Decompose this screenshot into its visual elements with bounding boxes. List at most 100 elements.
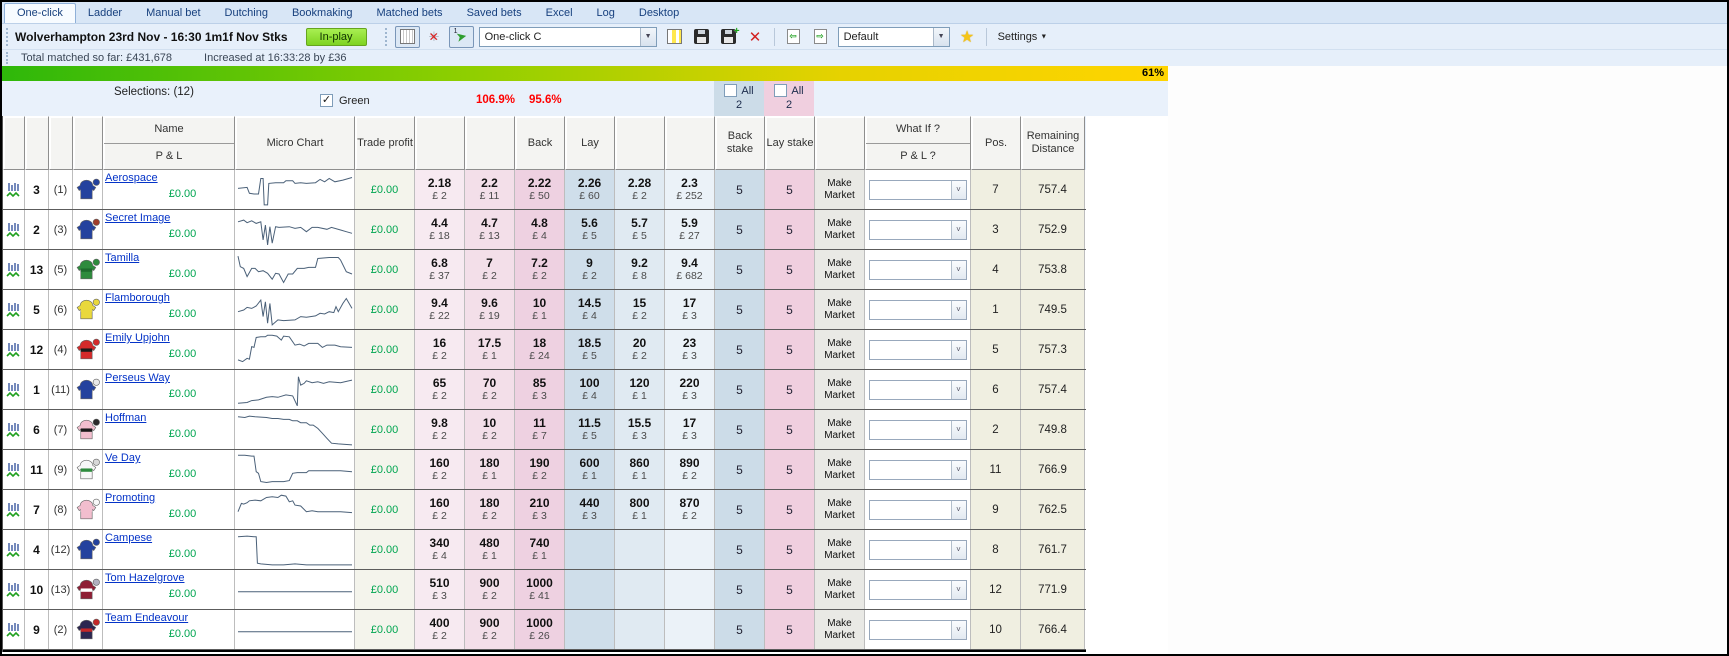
page-next-button[interactable]: ⇨ xyxy=(808,26,833,48)
lay-price-3[interactable] xyxy=(665,610,715,649)
lay-price-best[interactable]: 440 £ 3 xyxy=(565,490,615,529)
lay-stake-cell[interactable]: 5 xyxy=(765,450,815,489)
lay-price-best[interactable]: 18.5 £ 5 xyxy=(565,330,615,369)
layout-profile-select[interactable]: Default ▼ xyxy=(837,26,950,47)
back-price-3[interactable]: 9.4 £ 22 xyxy=(415,290,465,329)
lay-price-3[interactable]: 23 £ 3 xyxy=(665,330,715,369)
make-market-button[interactable]: Make Market xyxy=(815,530,865,569)
back-price-2[interactable]: 180 £ 2 xyxy=(465,490,515,529)
runner-name-link[interactable]: Tamilla xyxy=(105,252,139,264)
back-price-best[interactable]: 1000 £ 26 xyxy=(515,610,565,649)
header-pos[interactable]: Pos. xyxy=(971,116,1021,170)
lay-stake-cell[interactable]: 5 xyxy=(765,370,815,409)
back-stake-cell[interactable]: 5 xyxy=(715,570,765,609)
back-price-3[interactable]: 6.8 £ 37 xyxy=(415,250,465,289)
runner-name-link[interactable]: Flamborough xyxy=(105,292,170,304)
back-price-2[interactable]: 9.6 £ 19 xyxy=(465,290,515,329)
chevron-down-icon[interactable]: ˅ xyxy=(950,220,966,239)
back-stake-cell[interactable]: 5 xyxy=(715,490,765,529)
runner-name-link[interactable]: Secret Image xyxy=(105,212,170,224)
make-market-button[interactable]: Make Market xyxy=(815,370,865,409)
back-price-best[interactable]: 2.22 £ 50 xyxy=(515,170,565,209)
back-price-3[interactable]: 160 £ 2 xyxy=(415,450,465,489)
lay-price-3[interactable]: 890 £ 2 xyxy=(665,450,715,489)
lay-price-2[interactable]: 860 £ 1 xyxy=(615,450,665,489)
lay-price-3[interactable]: 9.4 £ 682 xyxy=(665,250,715,289)
back-price-2[interactable]: 4.7 £ 13 xyxy=(465,210,515,249)
open-chart-button[interactable] xyxy=(3,490,25,529)
lay-price-3[interactable]: 17 £ 3 xyxy=(665,410,715,449)
back-price-3[interactable]: 9.8 £ 2 xyxy=(415,410,465,449)
all-lay-checkbox[interactable] xyxy=(774,84,788,97)
back-stake-cell[interactable]: 5 xyxy=(715,410,765,449)
back-price-2[interactable]: 10 £ 2 xyxy=(465,410,515,449)
lay-price-3[interactable]: 5.9 £ 27 xyxy=(665,210,715,249)
favourite-button[interactable]: ★ xyxy=(955,26,980,48)
back-price-best[interactable]: 18 £ 24 xyxy=(515,330,565,369)
page-previous-button[interactable]: ⇦ xyxy=(781,26,806,48)
back-stake-cell[interactable]: 5 xyxy=(715,450,765,489)
lay-price-3[interactable]: 2.3 £ 252 xyxy=(665,170,715,209)
make-market-button[interactable]: Make Market xyxy=(815,330,865,369)
open-chart-button[interactable] xyxy=(3,210,25,249)
make-market-button[interactable]: Make Market xyxy=(815,450,865,489)
make-market-button[interactable]: Make Market xyxy=(815,290,865,329)
tab-desktop[interactable]: Desktop xyxy=(627,4,691,23)
lay-stake-cell[interactable]: 5 xyxy=(765,410,815,449)
lay-price-best[interactable]: 100 £ 4 xyxy=(565,370,615,409)
what-if-select[interactable]: ˅ xyxy=(868,179,967,200)
lay-stake-cell[interactable]: 5 xyxy=(765,330,815,369)
open-chart-button[interactable] xyxy=(3,570,25,609)
lay-price-best[interactable]: 2.26 £ 60 xyxy=(565,170,615,209)
back-price-3[interactable]: 160 £ 2 xyxy=(415,490,465,529)
tab-bookmaking[interactable]: Bookmaking xyxy=(280,4,365,23)
tab-excel[interactable]: Excel xyxy=(534,4,585,23)
what-if-select[interactable]: ˅ xyxy=(868,339,967,360)
header-back[interactable]: Back xyxy=(515,116,565,170)
open-chart-button[interactable] xyxy=(3,530,25,569)
back-price-2[interactable]: 480 £ 1 xyxy=(465,530,515,569)
chevron-down-icon[interactable]: ˅ xyxy=(950,460,966,479)
chevron-down-icon[interactable]: ˅ xyxy=(950,260,966,279)
back-price-2[interactable]: 17.5 £ 1 xyxy=(465,330,515,369)
back-stake-cell[interactable]: 5 xyxy=(715,530,765,569)
open-chart-button[interactable] xyxy=(3,410,25,449)
lay-price-2[interactable]: 5.7 £ 5 xyxy=(615,210,665,249)
back-price-2[interactable]: 70 £ 2 xyxy=(465,370,515,409)
header-micro-chart[interactable]: Micro Chart xyxy=(235,116,355,170)
disabled-crosshair-button[interactable]: ✳ ✕ xyxy=(422,26,447,48)
toolbar-drag-handle[interactable] xyxy=(384,27,389,46)
one-click-mode-button[interactable]: 1 ➤ xyxy=(448,25,474,48)
tab-log[interactable]: Log xyxy=(585,4,627,23)
back-price-best[interactable]: 190 £ 2 xyxy=(515,450,565,489)
chevron-down-icon[interactable]: ▼ xyxy=(639,27,656,46)
chevron-down-icon[interactable]: ˅ xyxy=(950,620,966,639)
lay-price-2[interactable]: 2.28 £ 2 xyxy=(615,170,665,209)
chevron-down-icon[interactable]: ˅ xyxy=(950,380,966,399)
lay-price-best[interactable] xyxy=(565,570,615,609)
settings-menu[interactable]: Settings ▼ xyxy=(998,31,1048,43)
what-if-select[interactable]: ˅ xyxy=(868,619,967,640)
green-checkbox[interactable]: ✓ xyxy=(320,94,333,107)
back-price-best[interactable]: 740 £ 1 xyxy=(515,530,565,569)
lay-price-3[interactable]: 220 £ 3 xyxy=(665,370,715,409)
runner-name-link[interactable]: Team Endeavour xyxy=(105,612,188,624)
what-if-select[interactable]: ˅ xyxy=(868,539,967,560)
lay-price-3[interactable]: 17 £ 3 xyxy=(665,290,715,329)
chevron-down-icon[interactable]: ˅ xyxy=(950,300,966,319)
lay-price-2[interactable] xyxy=(615,570,665,609)
back-price-3[interactable]: 65 £ 2 xyxy=(415,370,465,409)
lay-price-3[interactable] xyxy=(665,570,715,609)
back-stake-cell[interactable]: 5 xyxy=(715,210,765,249)
lay-price-2[interactable]: 15 £ 2 xyxy=(615,290,665,329)
what-if-select[interactable]: ˅ xyxy=(868,459,967,480)
chevron-down-icon[interactable]: ˅ xyxy=(950,340,966,359)
make-market-button[interactable]: Make Market xyxy=(815,490,865,529)
make-market-button[interactable]: Make Market xyxy=(815,570,865,609)
chevron-down-icon[interactable]: ˅ xyxy=(950,500,966,519)
back-price-best[interactable]: 10 £ 1 xyxy=(515,290,565,329)
back-price-3[interactable]: 4.4 £ 18 xyxy=(415,210,465,249)
runner-name-link[interactable]: Emily Upjohn xyxy=(105,332,170,344)
back-price-3[interactable]: 2.18 £ 2 xyxy=(415,170,465,209)
back-price-2[interactable]: 2.2 £ 11 xyxy=(465,170,515,209)
